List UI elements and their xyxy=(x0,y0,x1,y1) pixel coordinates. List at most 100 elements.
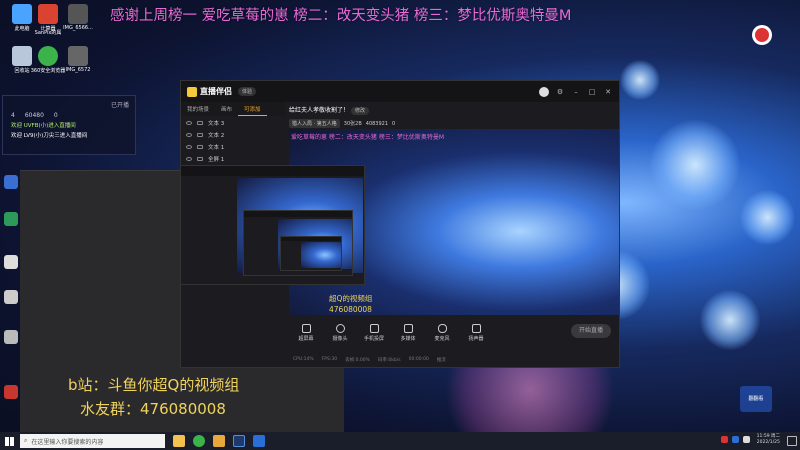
search-placeholder: 在这里输入你要搜索的内容 xyxy=(31,438,104,446)
tab-my-scenes[interactable]: 我的场景 xyxy=(181,102,215,116)
speaker-button[interactable]: 扬声器 xyxy=(461,324,491,342)
app-logo: 直播伴侣 xyxy=(187,86,232,97)
tray-icon[interactable] xyxy=(743,436,750,443)
stat-value: 60480 xyxy=(24,112,44,119)
lock-icon[interactable] xyxy=(197,133,203,137)
app-icon[interactable] xyxy=(213,435,225,447)
browser-icon[interactable] xyxy=(193,435,205,447)
bokeh-light xyxy=(740,190,795,245)
duration-status: 00:00:00 xyxy=(408,357,429,362)
overlay-bilibili-text: b站：斗鱼你超Q的视频组 xyxy=(68,376,240,394)
close-icon[interactable]: ✕ xyxy=(603,87,613,97)
file-icon xyxy=(4,255,18,269)
monitor-icon xyxy=(301,324,311,333)
nested-preview xyxy=(280,236,342,271)
camera-icon xyxy=(335,324,345,333)
bokeh-light xyxy=(700,290,760,350)
photo-icon xyxy=(68,4,88,24)
desktop-icon[interactable] xyxy=(2,385,20,400)
donor-marquee: 感谢上周榜一 爱吃草莓的崽 榜二：改天变头猪 榜三：梦比优斯奥特曼M xyxy=(110,8,572,24)
minimize-icon[interactable]: – xyxy=(571,87,581,97)
system-tray xyxy=(721,436,750,443)
layer-item[interactable]: 文本 2 xyxy=(181,129,285,141)
viewer-count: 4083921 xyxy=(365,120,389,127)
status-bar: CPU:14% FPS:30 丢帧:0.00% 码率:0kb/s 00:00:0… xyxy=(289,357,619,367)
app-icon xyxy=(4,212,18,226)
tray-icon[interactable] xyxy=(732,436,739,443)
desktop-icon-img-6566[interactable]: IMG_6566... xyxy=(58,4,98,31)
search-icon: ⌕ xyxy=(24,437,28,444)
logo-icon xyxy=(187,86,197,97)
speaker-icon xyxy=(471,324,481,333)
version-badge: 体验 xyxy=(238,87,257,96)
desktop-icon-img-6572[interactable]: IMG_6572 xyxy=(58,46,98,73)
edit-title-button[interactable]: 修改 xyxy=(350,107,369,115)
go-live-button[interactable]: 开始直播 xyxy=(571,324,611,338)
eye-icon[interactable] xyxy=(186,133,192,137)
settings-icon[interactable]: ⚙ xyxy=(555,87,565,97)
chat-overlay: 已开播 4 60480 0 欢迎 UVFB(小)进入直播间 欢迎 LV9(小)刀… xyxy=(2,95,136,155)
lock-icon[interactable] xyxy=(197,157,203,161)
category-tag[interactable]: 猎人入局 · 第五人格 xyxy=(289,119,340,128)
corner-badge: 翻翻看 xyxy=(740,386,772,412)
start-button[interactable] xyxy=(0,432,18,450)
taskbar-search[interactable]: ⌕ 在这里输入你要搜索的内容 xyxy=(20,434,165,448)
microphone-button[interactable]: 麦克风 xyxy=(427,324,457,342)
file-explorer-icon[interactable] xyxy=(173,435,185,447)
preview-marquee: 爱吃草莓的崽 榜二：改天变头猪 榜三：梦比优斯奥特曼M xyxy=(291,134,444,141)
steam-icon[interactable] xyxy=(233,435,245,447)
eye-icon[interactable] xyxy=(186,157,192,161)
app-icon xyxy=(4,385,18,399)
layer-item[interactable]: 全屏 1 xyxy=(181,153,285,165)
room-title: 给红夫人孝敬收割了！ xyxy=(289,107,350,114)
drop-status: 丢帧:0.00% xyxy=(345,358,370,363)
live-status: 已开播 xyxy=(110,102,129,109)
tray-icon[interactable] xyxy=(721,436,728,443)
microphone-icon xyxy=(437,324,447,333)
app-icon xyxy=(4,175,18,189)
phone-icon xyxy=(369,324,379,333)
desktop-icon[interactable] xyxy=(2,290,20,305)
layer-list: 文本 3 文本 2 文本 1 全屏 1 xyxy=(181,117,285,165)
play-icon xyxy=(403,324,413,333)
camera-button[interactable]: 摄像头 xyxy=(325,324,355,342)
bokeh-light xyxy=(650,120,740,210)
chat-message: 欢迎 UVFB(小)进入直播间 xyxy=(11,123,76,129)
source-toolbar: 超屏幕 摄像头 手机投屏 多媒体 麦克风 扬声器 开始直播 xyxy=(289,318,619,348)
notification-icon[interactable] xyxy=(787,436,797,446)
avatar[interactable] xyxy=(539,86,549,97)
scene-tabs: 我的场景 画布 可添加 xyxy=(181,102,285,116)
push-status: 推流 xyxy=(436,358,446,363)
taskbar: ⌕ 在这里输入你要搜索的内容 11:59 周二 2022/1/25 xyxy=(0,432,800,450)
layer-item[interactable]: 文本 1 xyxy=(181,141,285,153)
desktop-icon[interactable] xyxy=(2,175,20,190)
lock-icon[interactable] xyxy=(197,145,203,149)
app-title-bar: 直播伴侣 体验 ⚙ – □ ✕ xyxy=(181,81,619,102)
overlay-group-text: 水友群：476080008 xyxy=(80,400,226,418)
desktop-icon[interactable] xyxy=(2,330,20,345)
desktop-icon[interactable] xyxy=(2,255,20,270)
eye-icon[interactable] xyxy=(186,121,192,125)
windows-icon xyxy=(4,436,14,446)
layer-item[interactable]: 文本 3 xyxy=(181,117,285,129)
tab-canvas[interactable]: 画布 xyxy=(215,102,238,116)
media-button[interactable]: 多媒体 xyxy=(393,324,423,342)
stat-value: 0 xyxy=(53,112,58,119)
maximize-icon[interactable]: □ xyxy=(587,87,597,97)
app-icon[interactable] xyxy=(253,435,265,447)
cpu-status: CPU:14% xyxy=(293,357,314,362)
clock[interactable]: 11:59 周二 2022/1/25 xyxy=(757,434,780,446)
bokeh-light xyxy=(620,60,660,100)
preview-overlay-text: 476080008 xyxy=(329,305,372,314)
lock-icon[interactable] xyxy=(197,121,203,125)
live-record-icon[interactable] xyxy=(752,25,772,45)
chat-message: 欢迎 LV9(小)刀尖三进入直播间 xyxy=(11,133,88,139)
stat-value: 4 xyxy=(11,112,15,119)
eye-icon[interactable] xyxy=(186,145,192,149)
bitrate-status: 码率:0kb/s xyxy=(377,358,401,363)
tab-addable[interactable]: 可添加 xyxy=(238,102,267,116)
screen-capture-button[interactable]: 超屏幕 xyxy=(291,324,321,342)
phone-cast-button[interactable]: 手机投屏 xyxy=(359,324,389,342)
desktop-icon[interactable] xyxy=(2,212,20,227)
preview-overlay-text: 超Q的视频组 xyxy=(329,294,373,303)
